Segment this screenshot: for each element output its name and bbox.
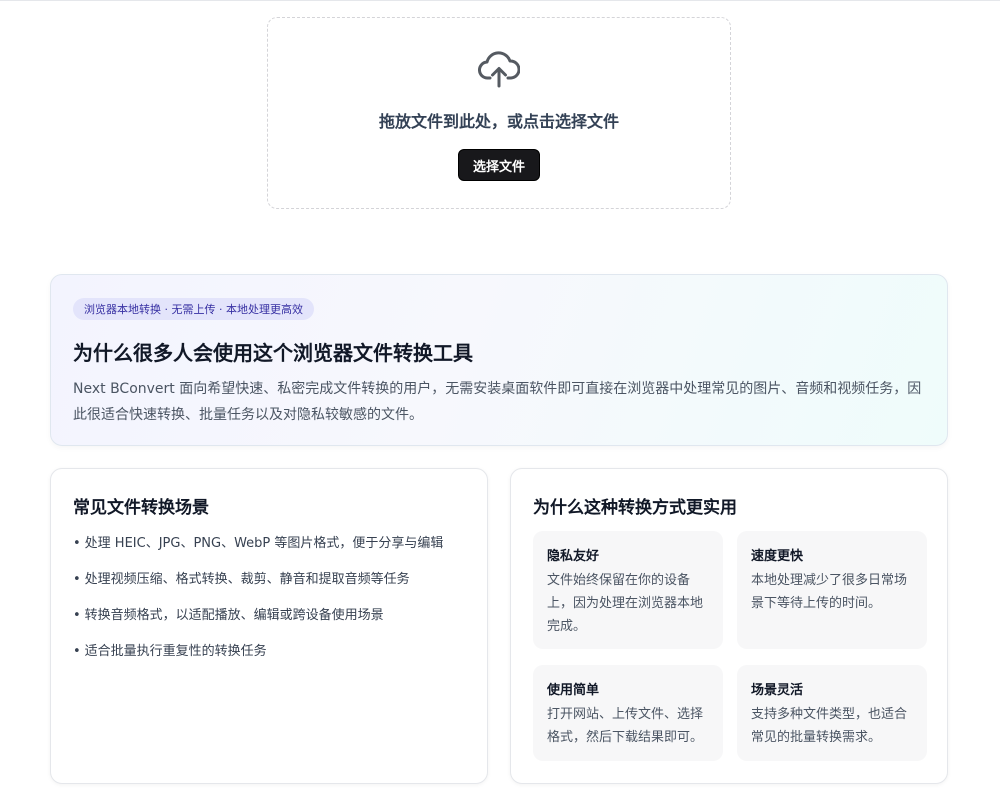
benefit-description: 打开网站、上传文件、选择格式，然后下载结果即可。 <box>547 707 704 745</box>
cloud-upload-icon <box>478 51 520 88</box>
benefit-flexibility: 场景灵活 支持多种文件类型，也适合常见的批量转换需求。 <box>737 665 927 761</box>
benefit-privacy: 隐私友好 文件始终保留在你的设备上，因为处理在浏览器本地完成。 <box>533 531 723 649</box>
intro-description: Next BConvert 面向希望快速、私密完成文件转换的用户，无需安装桌面软… <box>73 381 922 423</box>
list-item: 处理视频压缩、格式转换、裁剪、静音和提取音频等任务 <box>73 569 443 605</box>
scenarios-card: 常见文件转换场景 处理 HEIC、JPG、PNG、WebP 等图片格式，便于分享… <box>50 468 488 784</box>
benefits-card: 为什么这种转换方式更实用 隐私友好 文件始终保留在你的设备上，因为处理在浏览器本… <box>510 468 948 784</box>
benefit-description: 支持多种文件类型，也适合常见的批量转换需求。 <box>751 707 908 745</box>
choose-file-button[interactable]: 选择文件 <box>457 149 540 181</box>
file-dropzone[interactable]: 拖放文件到此处，或点击选择文件 选择文件 <box>267 17 731 209</box>
list-item: 转换音频格式，以适配播放、编辑或跨设备使用场景 <box>73 605 443 641</box>
dropzone-prompt: 拖放文件到此处，或点击选择文件 <box>378 112 619 131</box>
list-item: 适合批量执行重复性的转换任务 <box>73 641 443 677</box>
feature-badge: 浏览器本地转换 · 无需上传 · 本地处理更高效 <box>73 298 314 320</box>
benefit-title: 速度更快 <box>751 549 804 564</box>
benefit-title: 场景灵活 <box>751 683 804 698</box>
intro-card: 浏览器本地转换 · 无需上传 · 本地处理更高效 为什么很多人会使用这个浏览器文… <box>50 274 948 446</box>
benefit-title: 使用简单 <box>547 683 600 698</box>
benefit-title: 隐私友好 <box>547 549 600 564</box>
scenario-list: 处理 HEIC、JPG、PNG、WebP 等图片格式，便于分享与编辑 处理视频压… <box>73 533 444 677</box>
benefit-description: 本地处理减少了很多日常场景下等待上传的时间。 <box>751 573 908 611</box>
benefit-simplicity: 使用简单 打开网站、上传文件、选择格式，然后下载结果即可。 <box>533 665 723 761</box>
benefit-speed: 速度更快 本地处理减少了很多日常场景下等待上传的时间。 <box>737 531 927 649</box>
benefits-title: 为什么这种转换方式更实用 <box>533 498 737 518</box>
intro-title: 为什么很多人会使用这个浏览器文件转换工具 <box>73 341 473 365</box>
benefit-description: 文件始终保留在你的设备上，因为处理在浏览器本地完成。 <box>547 573 704 634</box>
top-divider <box>0 0 1000 1</box>
list-item: 处理 HEIC、JPG、PNG、WebP 等图片格式，便于分享与编辑 <box>73 533 444 569</box>
scenarios-title: 常见文件转换场景 <box>73 498 209 518</box>
